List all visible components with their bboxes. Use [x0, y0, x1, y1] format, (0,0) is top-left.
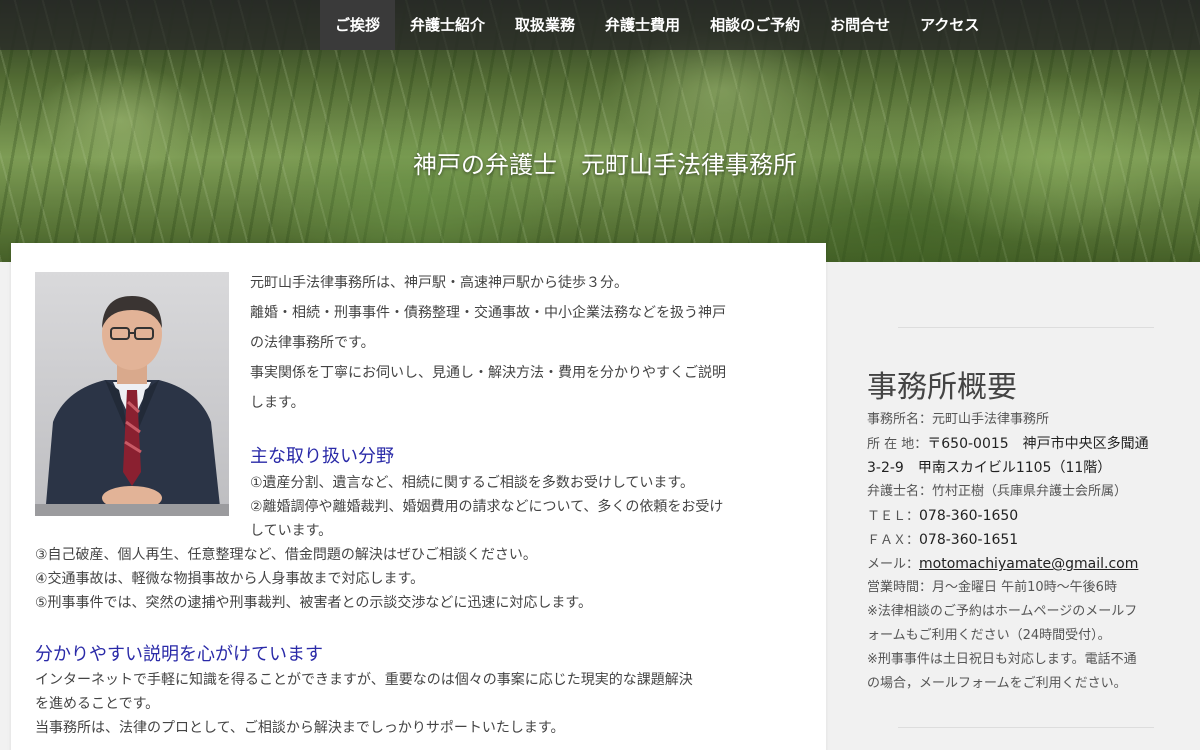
intro-line: します。	[250, 395, 305, 411]
top-navigation: ご挨拶 弁護士紹介 取扱業務 弁護士費用 相談のご予約 お問合せ アクセス	[0, 0, 1200, 50]
main-content-card: 元町山手法律事務所は、神戸駅・高速神戸駅から徒歩３分。 離婚・相続・刑事事件・債…	[11, 243, 826, 750]
nav-item-practice-areas[interactable]: 取扱業務	[500, 0, 590, 50]
intro-line: 離婚・相続・刑事事件・債務整理・交通事故・中小企業法務などを扱う神戸	[250, 305, 726, 321]
intro-text: 元町山手法律事務所は、神戸駅・高速神戸駅から徒歩３分。 離婚・相続・刑事事件・債…	[250, 268, 805, 418]
note-reservation: ※法律相談のご予約はホームページのメールフ	[867, 604, 1138, 619]
practice-area-item: ⑤刑事事件では、突然の逮捕や刑事裁判、被害者との示談交渉などに迅速に対応します。	[35, 595, 593, 611]
note-criminal: ※刑事事件は土日祝日も対応します。電話不通	[867, 652, 1137, 667]
note-reservation-cont: ォームもご利用ください（24時間受付）。	[867, 628, 1111, 643]
practice-area-item-cont: しています。	[250, 523, 333, 539]
sidebar-divider-bottom	[898, 727, 1154, 728]
intro-line: 元町山手法律事務所は、神戸駅・高速神戸駅から徒歩３分。	[250, 275, 628, 291]
tel-label: ＴＥＬ：	[867, 509, 920, 524]
address-line-1: 〒650-0015 神戸市中央区多聞通	[927, 436, 1149, 452]
explanation-line: インターネットで手軽に知識を得ることができますが、重要なのは個々の事案に応じた現…	[35, 672, 693, 688]
fax-line: ＦＡＸ：078-360-1651	[867, 528, 1187, 552]
mail-line: メール：motomachiyamate@gmail.com	[867, 552, 1187, 576]
lawyer-portrait-image	[35, 272, 229, 516]
site-title: 神戸の弁護士 元町山手法律事務所	[413, 151, 797, 179]
fax-number: 078-360-1651	[919, 532, 1019, 548]
nav-item-contact[interactable]: お問合せ	[815, 0, 905, 50]
practice-area-item: ①遺産分割、遺言など、相続に関するご相談を多数お受けしています。	[250, 475, 695, 491]
practice-area-item: ③自己破産、個人再生、任意整理など、借金問題の解決はぜひご相談ください。	[35, 547, 537, 563]
practice-area-item: ②離婚調停や離婚裁判、婚姻費用の請求などについて、多くの依頼をお受け	[250, 499, 724, 515]
practice-area-item: ④交通事故は、軽微な物損事故から人身事故まで対応します。	[35, 571, 425, 587]
address-label: 所 在 地：	[867, 437, 928, 452]
office-address: 所 在 地：〒650-0015 神戸市中央区多聞通	[867, 432, 1187, 456]
intro-line: 事実関係を丁寧にお伺いし、見通し・解決方法・費用を分かりやすくご説明	[250, 365, 726, 381]
business-hours: 営業時間：月～金曜日 午前10時～午後6時	[867, 580, 1117, 595]
office-name: 事務所名：元町山手法律事務所	[867, 412, 1050, 427]
sidebar-divider-top	[898, 327, 1154, 328]
office-info: 事務所名：元町山手法律事務所 所 在 地：〒650-0015 神戸市中央区多聞通…	[867, 408, 1187, 696]
mail-label: メール：	[867, 557, 920, 572]
nav-item-reservation[interactable]: 相談のご予約	[695, 0, 815, 50]
nav-item-greeting[interactable]: ご挨拶	[320, 0, 396, 50]
note-criminal-cont: の場合，メールフォームをご利用ください。	[867, 676, 1127, 691]
address-line-2: 3-2-9 甲南スカイビル1105（11階）	[867, 460, 1112, 476]
tel-number: 078-360-1650	[919, 508, 1019, 524]
explanation-line: を進めることです。	[35, 696, 160, 712]
explanation-line: 当事務所は、法律のプロとして、ご相談から解決までしっかりサポートいたします。	[35, 720, 565, 736]
nav-item-fees[interactable]: 弁護士費用	[590, 0, 695, 50]
tel-line: ＴＥＬ：078-360-1650	[867, 504, 1187, 528]
nav-item-access[interactable]: アクセス	[905, 0, 994, 50]
fax-label: ＦＡＸ：	[867, 533, 920, 548]
office-overview-title: 事務所概要	[867, 370, 1017, 405]
nav-item-lawyers[interactable]: 弁護士紹介	[395, 0, 500, 50]
explanation-heading: 分かりやすい説明を心がけています	[35, 644, 323, 665]
email-link[interactable]: motomachiyamate@gmail.com	[919, 556, 1138, 572]
practice-areas-heading: 主な取り扱い分野	[250, 446, 394, 467]
nav-list: ご挨拶 弁護士紹介 取扱業務 弁護士費用 相談のご予約 お問合せ アクセス	[320, 0, 994, 50]
lawyer-name: 弁護士名：竹村正樹（兵庫県弁護士会所属）	[867, 484, 1128, 499]
intro-line: の法律事務所です。	[250, 335, 375, 351]
